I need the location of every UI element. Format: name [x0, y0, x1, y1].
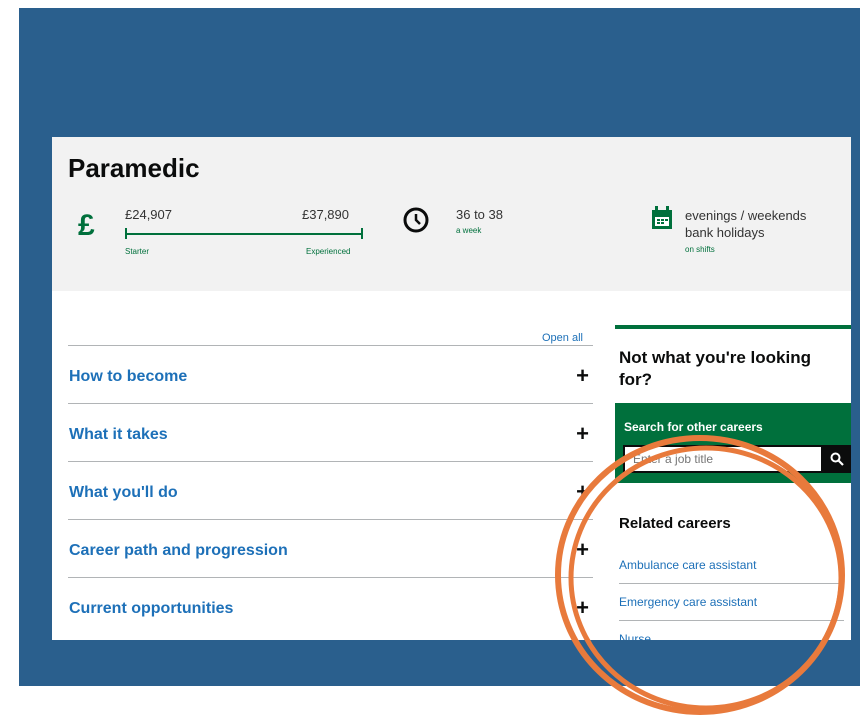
career-header: Paramedic £ £24,907 £37,890 Starter Expe…	[52, 137, 851, 291]
clock-icon	[403, 207, 429, 233]
sidebar-heading: Not what you're looking for?	[619, 348, 811, 389]
plus-icon: +	[576, 537, 589, 562]
related-career-link[interactable]: Ambulance care assistant	[619, 558, 756, 572]
accordion-item-what-it-takes[interactable]: What it takes +	[68, 403, 593, 461]
salary-starter-value: £24,907	[125, 207, 172, 222]
plus-icon: +	[576, 595, 589, 620]
accordion-item-label: What it takes	[69, 426, 168, 443]
page-title: Paramedic	[68, 153, 200, 183]
accordion-item-label: How to become	[69, 368, 188, 385]
salary-range-line	[125, 233, 363, 235]
related-careers-list: Ambulance care assistant Emergency care …	[619, 547, 844, 640]
salary-experienced-label: Experienced	[306, 247, 351, 256]
related-career-link[interactable]: Emergency care assistant	[619, 595, 757, 609]
accordion-item-current-opportunities[interactable]: Current opportunities +	[68, 577, 593, 635]
search-input[interactable]	[623, 445, 823, 473]
list-item: Nurse	[619, 621, 844, 640]
pound-icon: £	[78, 209, 95, 242]
plus-icon: +	[576, 421, 589, 446]
list-item: Emergency care assistant	[619, 584, 844, 621]
salary-starter-label: Starter	[125, 247, 150, 256]
search-button[interactable]	[823, 445, 851, 473]
calendar-icon	[652, 206, 672, 229]
related-careers-heading: Related careers	[619, 515, 731, 532]
salary-experienced-value: £37,890	[302, 207, 349, 222]
related-career-link[interactable]: Nurse	[619, 632, 651, 640]
career-profile-page: Paramedic £ £24,907 £37,890 Starter Expe…	[52, 137, 851, 640]
career-search-panel: Search for other careers	[615, 403, 851, 483]
accordion-item-label: Current opportunities	[69, 600, 234, 617]
plus-icon: +	[576, 479, 589, 504]
hours-value: 36 to 38	[456, 207, 503, 222]
salary-range-start-tick	[125, 228, 127, 239]
working-pattern: evenings / weekends bank holidays	[685, 207, 806, 241]
search-icon	[830, 452, 844, 466]
working-pattern-line-2: bank holidays	[685, 225, 765, 240]
plus-icon: +	[576, 363, 589, 388]
accordion-item-label: What you'll do	[69, 484, 178, 501]
career-sections-accordion: How to become + What it takes + What you…	[68, 345, 593, 635]
sidebar: Not what you're looking for?	[615, 325, 851, 391]
open-all-link[interactable]: Open all	[542, 332, 583, 344]
accordion-item-label: Career path and progression	[69, 542, 288, 559]
working-pattern-note: on shifts	[685, 245, 715, 254]
list-item: Ambulance care assistant	[619, 547, 844, 584]
accordion-item-how-to-become[interactable]: How to become +	[68, 345, 593, 403]
search-label: Search for other careers	[624, 420, 763, 434]
accordion-item-career-path[interactable]: Career path and progression +	[68, 519, 593, 577]
accordion-item-what-youll-do[interactable]: What you'll do +	[68, 461, 593, 519]
working-pattern-line-1: evenings / weekends	[685, 208, 807, 223]
salary-range-end-tick	[361, 228, 363, 239]
hours-unit: a week	[456, 226, 482, 235]
